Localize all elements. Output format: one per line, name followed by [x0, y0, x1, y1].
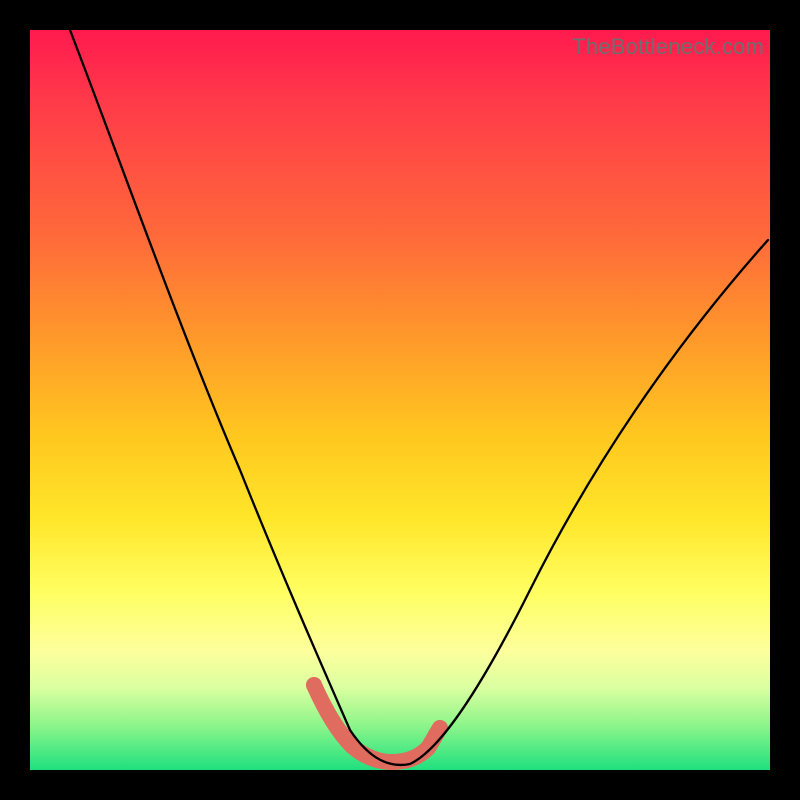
bottleneck-curve — [70, 30, 768, 765]
plot-area: TheBottleneck.com — [30, 30, 770, 770]
curve-overlay — [30, 30, 770, 770]
valley-highlight — [314, 685, 440, 762]
highlight-start-dot — [306, 677, 322, 693]
chart-stage: TheBottleneck.com — [0, 0, 800, 800]
